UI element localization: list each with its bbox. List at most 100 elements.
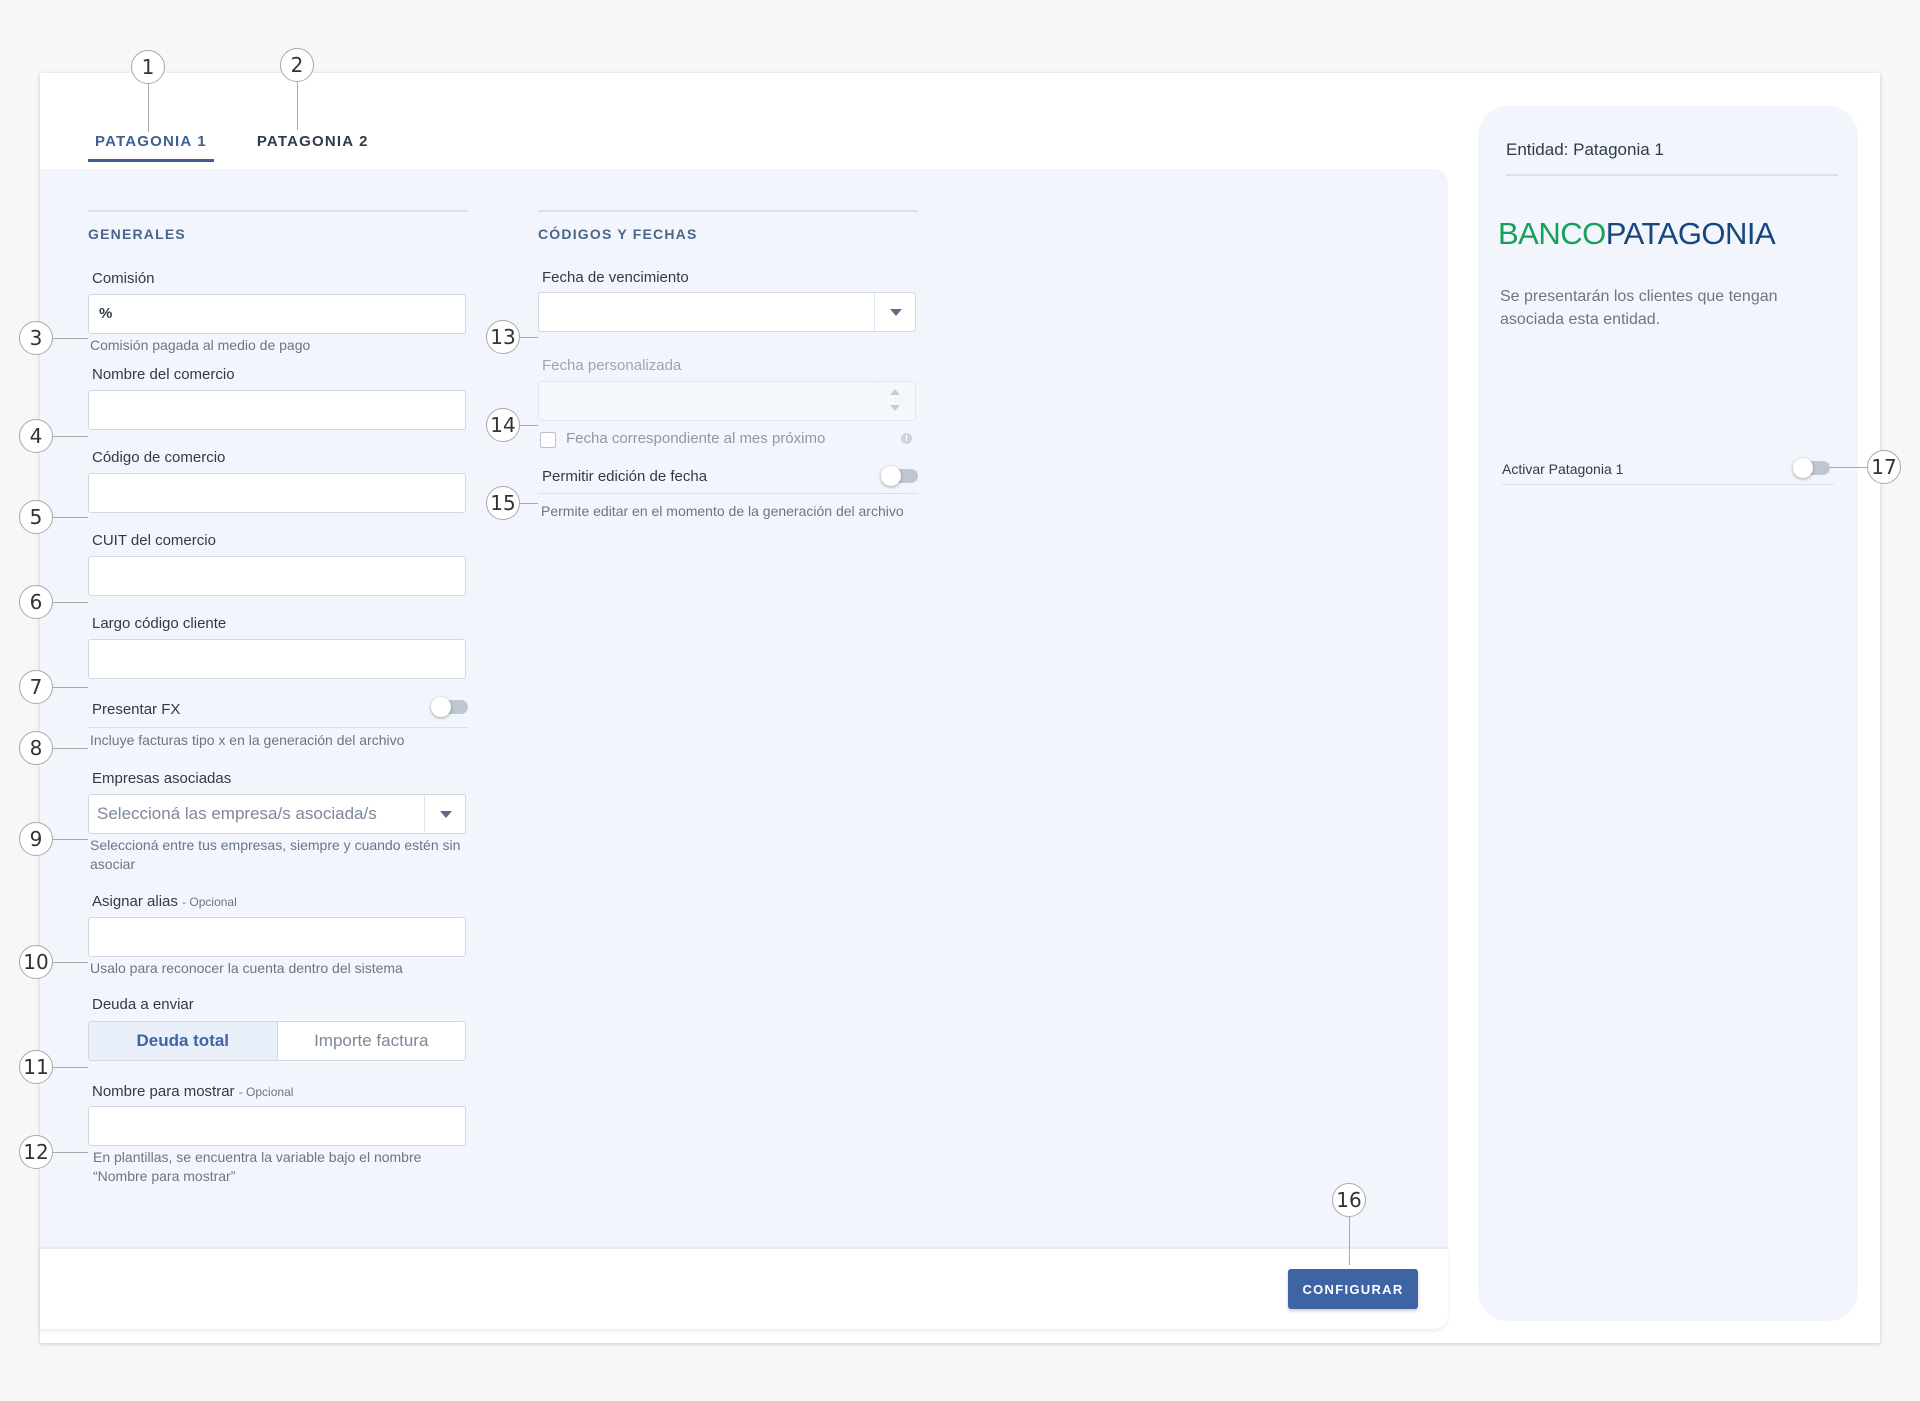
callout-5: 5 <box>19 500 53 534</box>
toggle-knob <box>1793 458 1813 478</box>
edicion-label: Permitir edición de fecha <box>542 468 708 485</box>
comision-input[interactable]: % <box>88 294 466 334</box>
entity-description: Se presentarán los clientes que tengan a… <box>1500 288 1778 328</box>
callout-6: 6 <box>19 585 53 619</box>
callout-line <box>52 602 88 603</box>
callout-line <box>52 839 88 840</box>
cuit-comercio-input[interactable] <box>88 556 466 596</box>
form-footer: CONFIGURAR <box>40 1247 1448 1329</box>
callout-line <box>52 1067 88 1068</box>
edicion-help: Permite editar en el momento de la gener… <box>541 503 904 519</box>
nombre-comercio-input[interactable] <box>88 390 466 430</box>
mes-proximo-label: Fecha correspondiente al mes próximo <box>566 430 826 447</box>
configurar-button[interactable]: CONFIGURAR <box>1288 1269 1418 1309</box>
edicion-row: Permitir edición de fecha <box>538 463 918 494</box>
callout-line <box>52 338 88 339</box>
largo-codigo-label: Largo código cliente <box>92 615 227 632</box>
callout-13: 13 <box>486 320 520 354</box>
nombre-mostrar-label-text: Nombre para mostrar <box>92 1083 235 1100</box>
callout-11: 11 <box>19 1050 53 1084</box>
nombre-mostrar-label: Nombre para mostrar - Opcional <box>88 1083 293 1100</box>
alias-label: Asignar alias - Opcional <box>88 893 237 910</box>
presentar-fx-help: Incluye facturas tipo x en la generación… <box>90 732 405 748</box>
vencimiento-select[interactable] <box>538 292 916 332</box>
tab-patagonia-2[interactable]: PATAGONIA 2 <box>250 125 376 159</box>
logo-part-patagonia: PATAGONIA <box>1605 216 1776 251</box>
nombre-mostrar-optional: - Opcional <box>238 1085 294 1099</box>
empresas-select[interactable]: Seleccioná las empresa/s asociada/s <box>88 794 466 834</box>
generales-section: GENERALES Comisión % Comisión pagada al … <box>88 210 468 1210</box>
callout-2: 2 <box>280 48 314 82</box>
callout-4: 4 <box>19 419 53 453</box>
activate-label: Activar Patagonia 1 <box>1502 461 1624 477</box>
importe-factura-option[interactable]: Importe factura <box>278 1022 466 1060</box>
empresas-placeholder: Seleccioná las empresa/s asociada/s <box>97 804 377 823</box>
percent-icon: % <box>99 305 113 322</box>
banco-patagonia-logo: BANCOPATAGONIA <box>1498 216 1776 252</box>
callout-12: 12 <box>19 1135 53 1169</box>
callout-line <box>1349 1217 1350 1265</box>
info-icon[interactable]: i <box>901 433 912 444</box>
deuda-label: Deuda a enviar <box>92 996 194 1013</box>
alias-label-text: Asignar alias <box>92 893 178 910</box>
configuration-window: PATAGONIA 1 PATAGONIA 2 GENERALES Comisi… <box>40 73 1880 1343</box>
chevron-down-icon[interactable] <box>424 795 465 833</box>
callout-16: 16 <box>1332 1183 1366 1217</box>
comision-help: Comisión pagada al medio de pago <box>90 337 311 353</box>
callout-7: 7 <box>19 670 53 704</box>
deuda-total-option[interactable]: Deuda total <box>89 1022 278 1060</box>
callout-line <box>297 82 298 130</box>
activate-toggle[interactable] <box>1793 458 1830 478</box>
codigo-comercio-label: Código de comercio <box>92 449 226 466</box>
callout-line <box>52 748 88 749</box>
callout-9: 9 <box>19 822 53 856</box>
nombre-comercio-label: Nombre del comercio <box>92 366 235 383</box>
cuit-comercio-label: CUIT del comercio <box>92 532 216 549</box>
callout-line <box>519 337 538 338</box>
generales-title: GENERALES <box>88 210 468 256</box>
edicion-toggle[interactable] <box>881 466 918 486</box>
logo-part-banco: BANCO <box>1498 216 1606 251</box>
comision-label: Comisión <box>92 270 155 287</box>
callout-1: 1 <box>131 50 165 84</box>
empresas-help: Seleccioná entre tus empresas, siempre y… <box>90 837 461 872</box>
toggle-knob <box>431 697 451 717</box>
callout-line <box>1830 467 1870 468</box>
callout-line <box>148 84 149 132</box>
alias-input[interactable] <box>88 917 466 957</box>
alias-help: Usalo para reconocer la cuenta dentro de… <box>90 960 403 976</box>
mes-proximo-checkbox[interactable] <box>540 432 556 448</box>
callout-15: 15 <box>486 486 520 520</box>
callout-line <box>52 687 88 688</box>
presentar-fx-row: Presentar FX <box>88 697 468 728</box>
codigos-fechas-section: CÓDIGOS Y FECHAS Fecha de vencimiento Fe… <box>538 210 918 570</box>
personalizada-label: Fecha personalizada <box>542 357 682 374</box>
callout-line <box>52 1152 88 1153</box>
codigos-title: CÓDIGOS Y FECHAS <box>538 210 918 256</box>
entity-tabs: PATAGONIA 1 PATAGONIA 2 <box>88 125 376 162</box>
activate-row: Activar Patagonia 1 <box>1502 454 1834 485</box>
vencimiento-label: Fecha de vencimiento <box>542 269 689 286</box>
alias-optional: - Opcional <box>182 895 237 909</box>
empresas-label: Empresas asociadas <box>92 770 232 787</box>
personalizada-input[interactable] <box>538 381 916 421</box>
largo-codigo-input[interactable] <box>88 639 466 679</box>
callout-line <box>52 436 88 437</box>
presentar-fx-label: Presentar FX <box>92 701 181 718</box>
presentar-fx-toggle[interactable] <box>431 697 468 717</box>
chevron-down-icon[interactable] <box>874 293 915 331</box>
spinner-icon[interactable] <box>874 382 915 420</box>
tab-patagonia-1[interactable]: PATAGONIA 1 <box>88 125 214 162</box>
callout-17: 17 <box>1867 450 1901 484</box>
callout-line <box>519 503 538 504</box>
nombre-mostrar-help: En plantillas, se encuentra la variable … <box>93 1149 422 1184</box>
callout-line <box>52 962 88 963</box>
nombre-mostrar-input[interactable] <box>88 1106 466 1146</box>
callout-14: 14 <box>486 408 520 442</box>
callout-8: 8 <box>19 731 53 765</box>
callout-line <box>52 517 88 518</box>
toggle-knob <box>881 466 901 486</box>
callout-line <box>519 425 538 426</box>
callout-3: 3 <box>19 321 53 355</box>
codigo-comercio-input[interactable] <box>88 473 466 513</box>
